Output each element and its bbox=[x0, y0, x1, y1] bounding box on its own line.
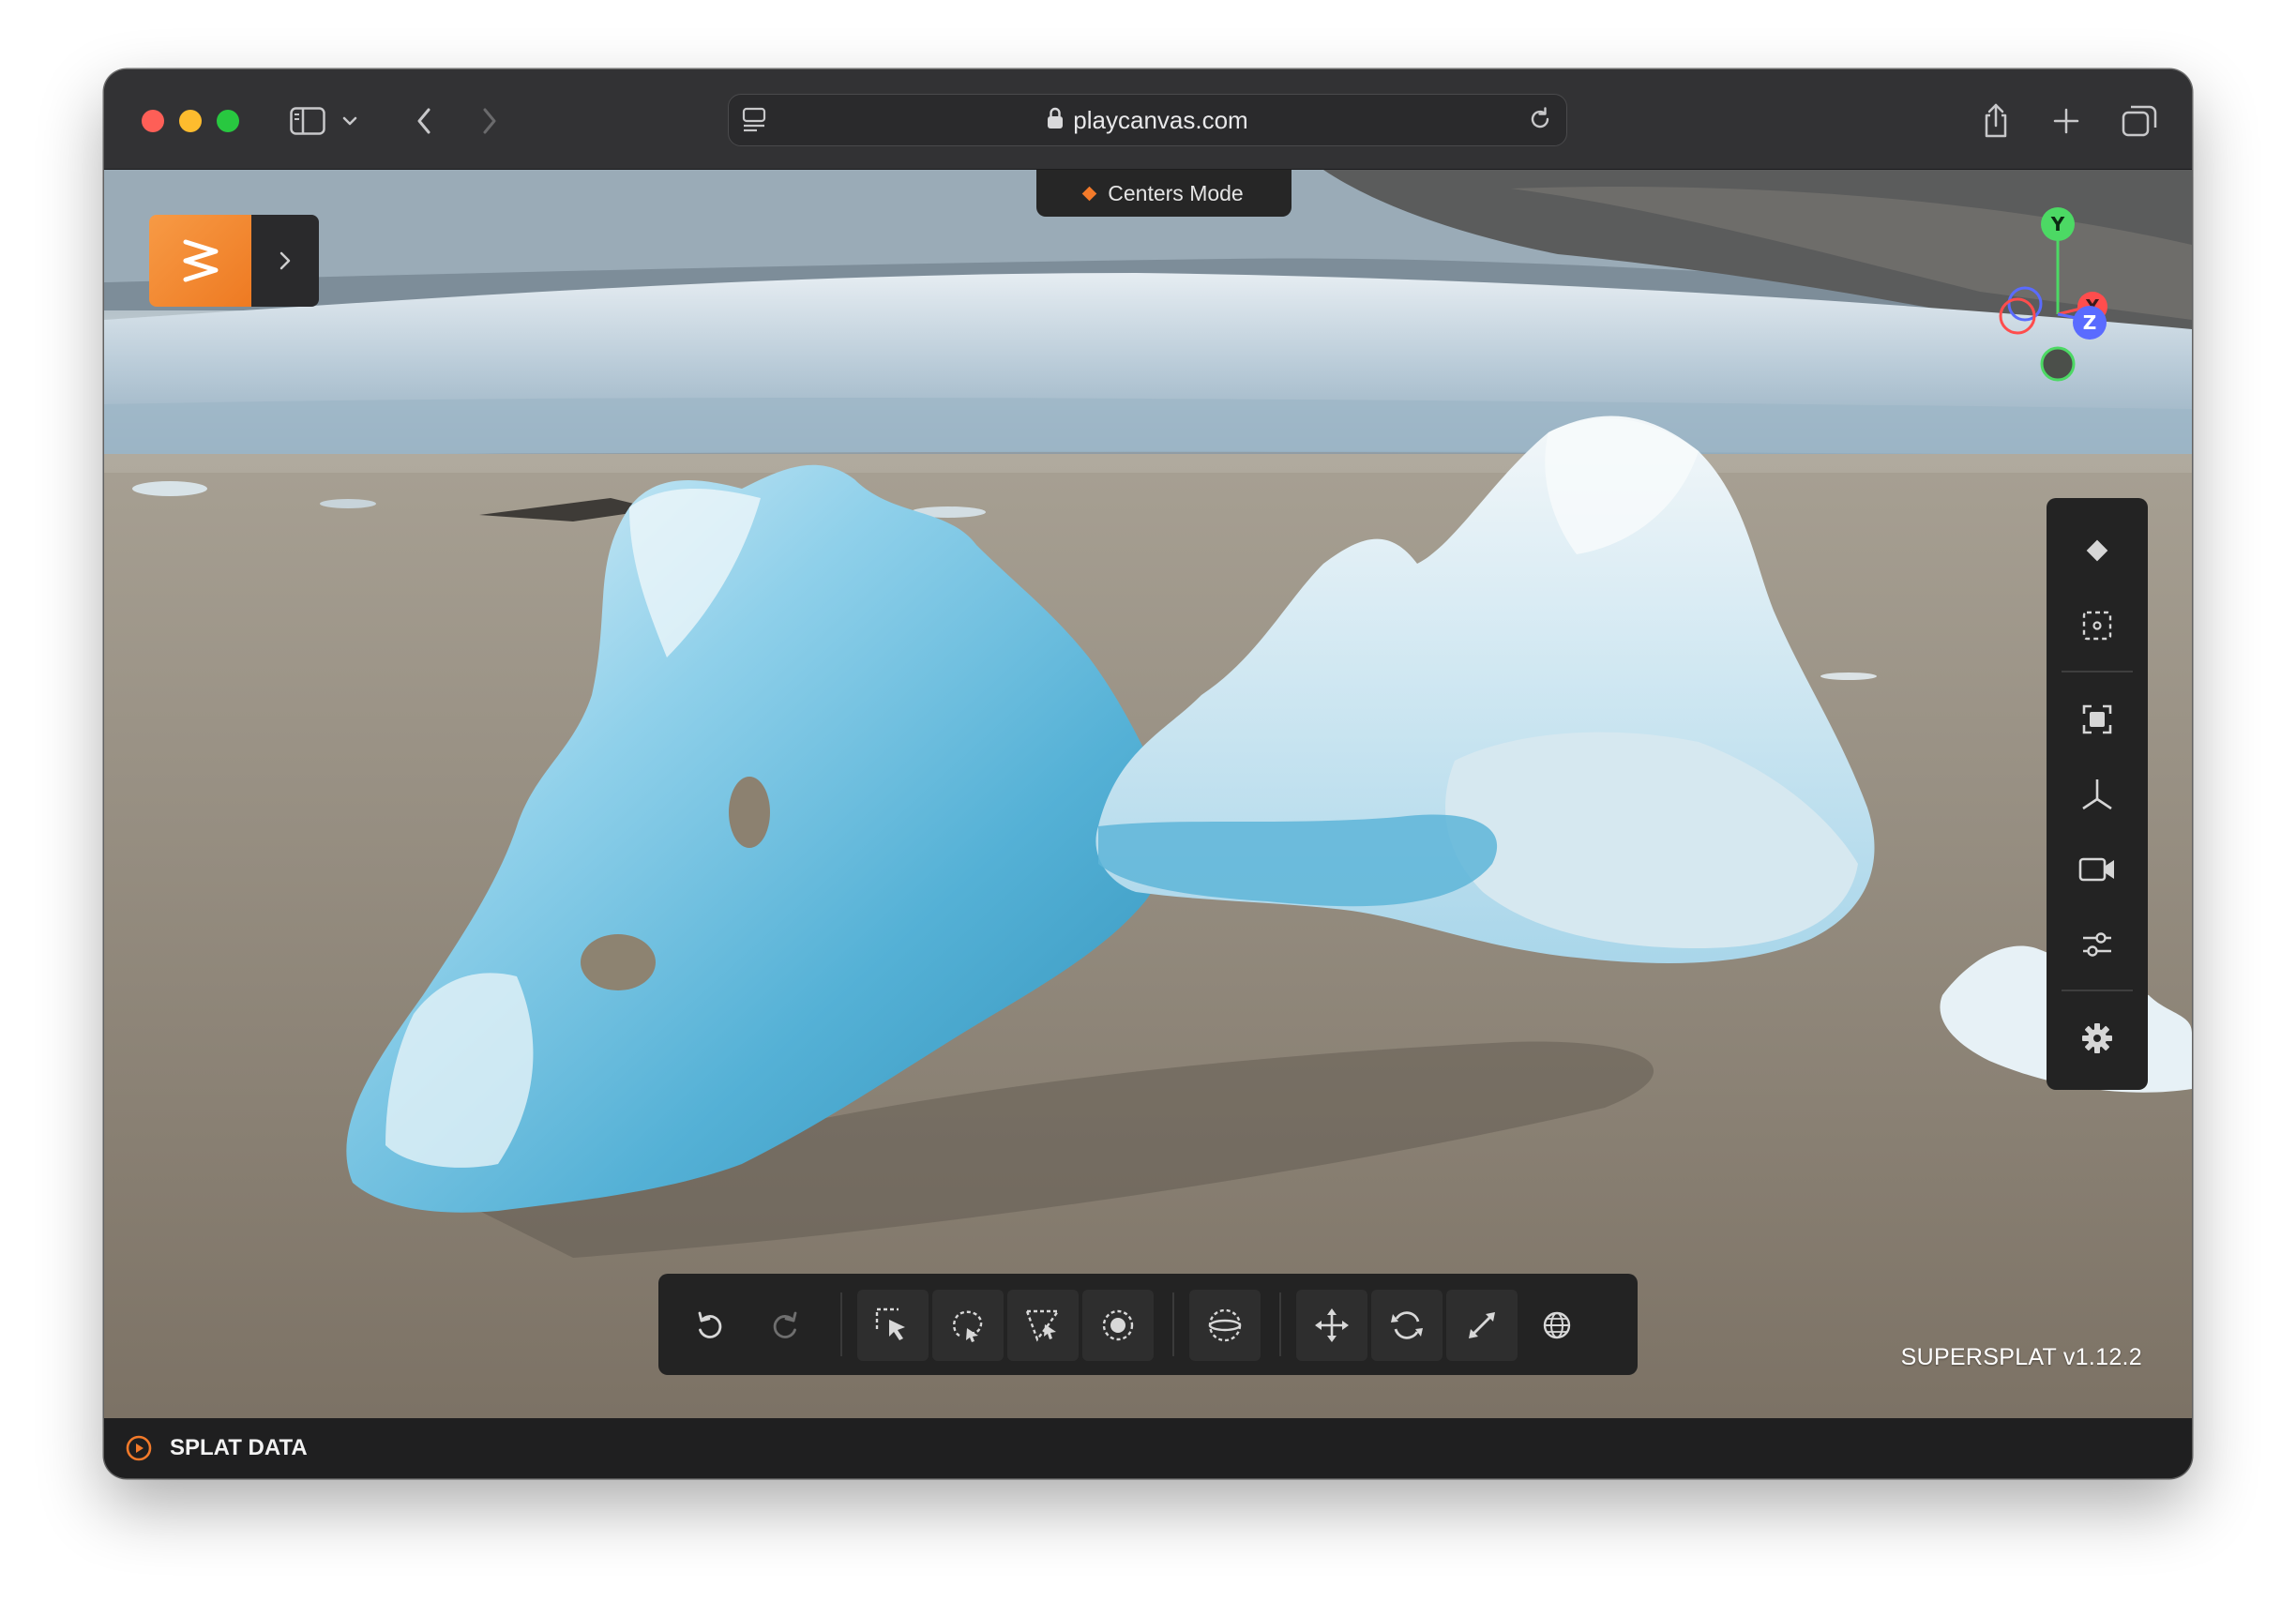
polygon-select-icon[interactable] bbox=[1007, 1290, 1079, 1361]
zoom-window-button[interactable] bbox=[217, 110, 239, 132]
menu-expand-button[interactable] bbox=[251, 215, 319, 307]
sidebar-icon[interactable] bbox=[288, 102, 327, 140]
splat-viewport[interactable]: Centers Mode X Y Z bbox=[104, 170, 2192, 1418]
browser-window: playcanvas.com Centers Mode Y Z SUPERSPL… bbox=[104, 69, 2192, 1478]
undo-icon[interactable] bbox=[674, 1290, 746, 1361]
reload-icon[interactable] bbox=[1527, 106, 1553, 137]
brush-select-icon[interactable] bbox=[1082, 1290, 1154, 1361]
lasso-select-icon[interactable] bbox=[932, 1290, 1004, 1361]
settings-gear-icon[interactable] bbox=[2047, 1005, 2148, 1072]
tab-overview-icon[interactable] bbox=[2121, 102, 2158, 140]
app-version: SUPERSPLAT v1.12.2 bbox=[1900, 1344, 2142, 1370]
axes-icon[interactable] bbox=[2047, 761, 2148, 828]
logo-menu bbox=[149, 215, 319, 307]
minimize-window-button[interactable] bbox=[179, 110, 202, 132]
close-window-button[interactable] bbox=[142, 110, 164, 132]
splat-mode-icon[interactable] bbox=[2047, 517, 2148, 584]
forward-icon[interactable] bbox=[477, 102, 502, 140]
back-icon[interactable] bbox=[412, 102, 436, 140]
rotate-icon[interactable] bbox=[1371, 1290, 1443, 1361]
camera-icon[interactable] bbox=[2047, 836, 2148, 903]
new-tab-icon[interactable] bbox=[2050, 102, 2082, 140]
lock-icon bbox=[1047, 107, 1064, 134]
gizmo-y-label: Y bbox=[2050, 213, 2065, 235]
scale-icon[interactable] bbox=[1446, 1290, 1518, 1361]
expand-panel-icon[interactable] bbox=[123, 1432, 155, 1464]
sphere-select-icon[interactable] bbox=[1189, 1290, 1261, 1361]
move-icon[interactable] bbox=[1296, 1290, 1367, 1361]
gizmo-z-label: Z bbox=[2083, 311, 2097, 334]
sliders-icon[interactable] bbox=[2047, 911, 2148, 978]
rect-select-icon[interactable] bbox=[857, 1290, 929, 1361]
bottom-toolbar bbox=[658, 1274, 1638, 1375]
redo-icon[interactable] bbox=[749, 1290, 821, 1361]
focus-selection-icon[interactable] bbox=[2047, 592, 2148, 659]
status-bar: SPLAT DATA bbox=[104, 1418, 2192, 1478]
mode-diamond-icon bbox=[1081, 186, 1097, 201]
mode-indicator: Centers Mode bbox=[1036, 170, 1292, 217]
right-toolbar bbox=[2047, 498, 2148, 1090]
frame-selection-icon[interactable] bbox=[2047, 686, 2148, 753]
mode-label: Centers Mode bbox=[1108, 180, 1244, 205]
orientation-gizmo[interactable]: X Y Z bbox=[1980, 196, 2130, 402]
chevron-down-icon[interactable] bbox=[340, 102, 359, 140]
world-space-icon[interactable] bbox=[1521, 1290, 1593, 1361]
browser-toolbar: playcanvas.com bbox=[104, 69, 2192, 170]
address-bar[interactable]: playcanvas.com bbox=[728, 94, 1567, 146]
share-icon[interactable] bbox=[1980, 102, 2012, 140]
gizmo-neg-x[interactable] bbox=[1999, 297, 2036, 335]
status-label[interactable]: SPLAT DATA bbox=[170, 1435, 308, 1461]
iceberg-scene bbox=[104, 170, 2192, 1418]
url-text: playcanvas.com bbox=[1073, 105, 1248, 134]
gizmo-neg-z[interactable] bbox=[2007, 286, 2043, 322]
gizmo-neg-y[interactable] bbox=[2040, 346, 2076, 382]
supersplat-logo[interactable] bbox=[149, 215, 251, 307]
